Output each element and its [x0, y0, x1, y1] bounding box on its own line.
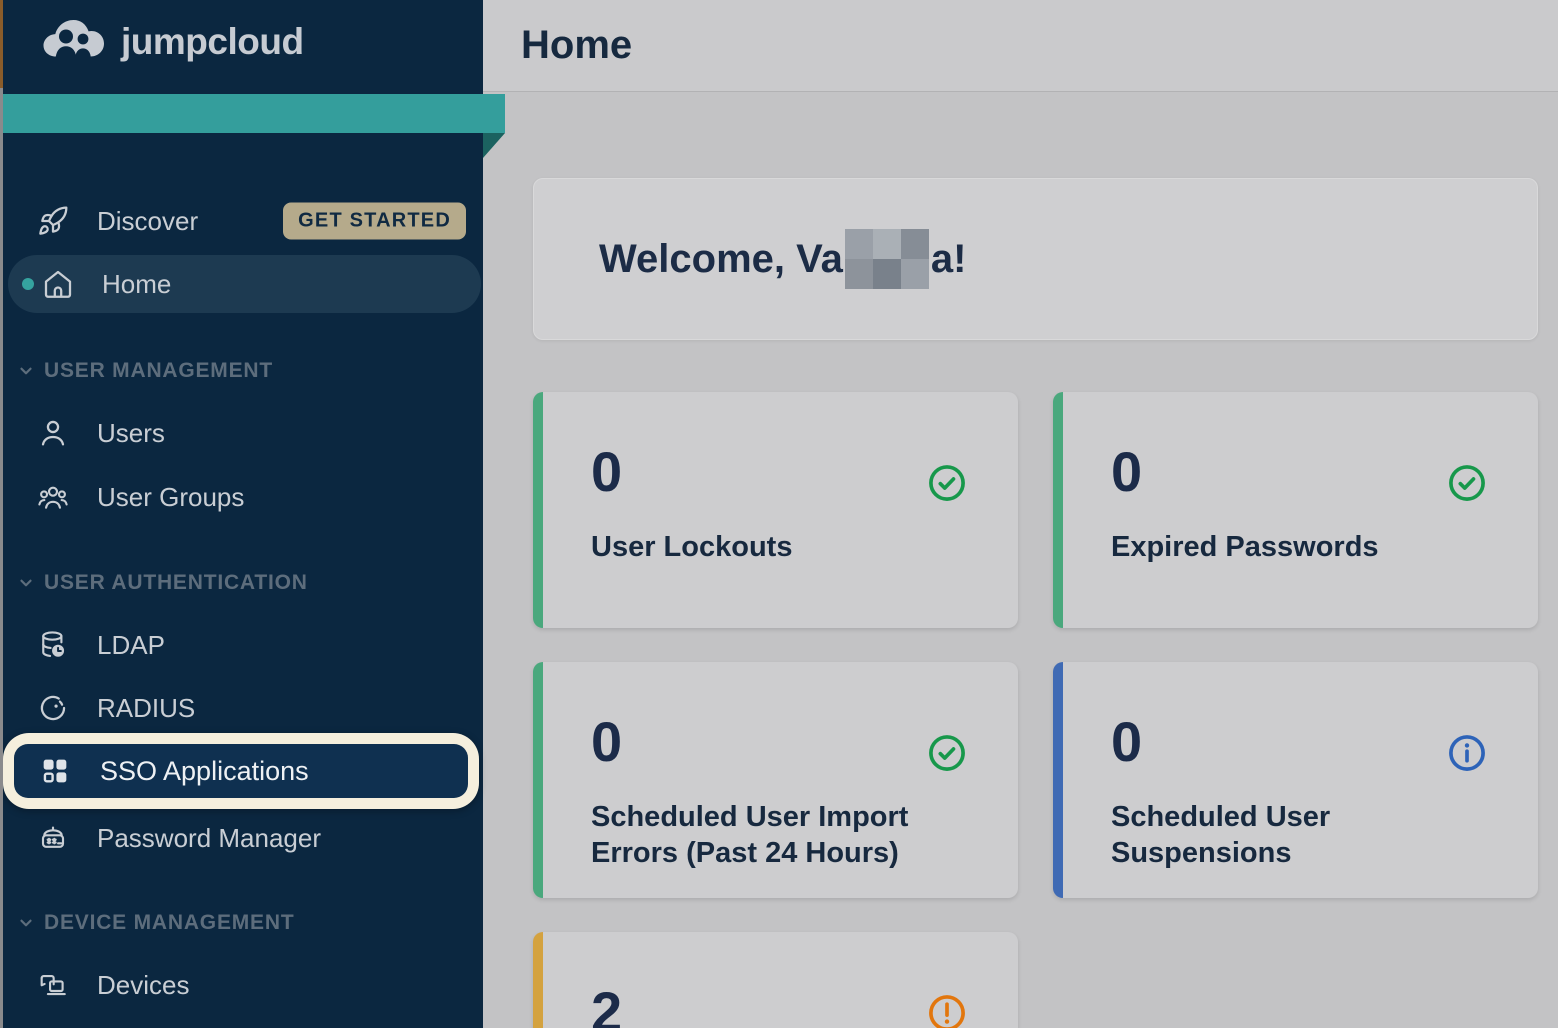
sidebar-item-label: Users — [97, 418, 165, 449]
window-edge-artifact-top — [0, 0, 3, 88]
stat-card-scheduled-user-suspensions[interactable]: 0 Scheduled User Suspensions — [1053, 662, 1538, 898]
ldap-database-icon — [36, 628, 70, 662]
stat-card-expired-passwords[interactable]: 0 Expired Passwords — [1053, 392, 1538, 628]
section-header-device-management[interactable]: DEVICE MANAGEMENT — [3, 909, 483, 937]
sidebar-item-label: User Groups — [97, 482, 244, 513]
sidebar-item-ldap[interactable]: LDAP — [3, 623, 483, 667]
section-header-user-management[interactable]: USER MANAGEMENT — [3, 357, 483, 385]
redacted-name-pixelation — [845, 229, 929, 289]
chevron-down-icon — [16, 913, 36, 933]
sidebar-item-password-manager[interactable]: Password Manager — [3, 816, 483, 860]
get-started-badge: GET STARTED — [283, 203, 466, 240]
stat-card-warning[interactable]: 2 — [533, 932, 1018, 1028]
sidebar-item-home[interactable]: Home — [8, 255, 481, 313]
stat-value: 0 — [1111, 444, 1142, 500]
rocket-icon — [36, 204, 70, 238]
sidebar-item-user-groups[interactable]: User Groups — [3, 475, 483, 519]
sidebar-item-label: Home — [102, 269, 171, 300]
sidebar-item-radius[interactable]: RADIUS — [3, 686, 483, 730]
stat-card-scheduled-user-import-errors[interactable]: 0 Scheduled User Import Errors (Past 24 … — [533, 662, 1018, 898]
password-vault-icon — [36, 821, 70, 855]
alert-circle-icon — [926, 992, 968, 1028]
sidebar-item-devices[interactable]: Devices — [3, 963, 483, 1007]
page-title: Home — [521, 23, 632, 68]
sidebar-item-label: Discover — [97, 206, 198, 237]
sidebar-item-label: LDAP — [97, 630, 165, 661]
stat-label: User Lockouts — [591, 530, 792, 566]
stat-label: Scheduled User Import Errors (Past 24 Ho… — [591, 800, 991, 872]
stat-label: Scheduled User Suspensions — [1111, 800, 1511, 872]
home-icon — [41, 267, 75, 301]
stat-value: 0 — [591, 714, 622, 770]
apps-grid-icon — [38, 754, 72, 788]
sidebar-item-users[interactable]: Users — [3, 411, 483, 455]
chevron-down-icon — [16, 361, 36, 381]
sidebar-item-label: SSO Applications — [100, 756, 309, 787]
check-circle-icon — [926, 732, 968, 774]
section-title: USER AUTHENTICATION — [44, 571, 308, 595]
page-header: Home — [483, 0, 1558, 92]
chevron-down-icon — [16, 573, 36, 593]
main-content: Welcome, Va a! 0 User Lockouts 0 Expired … — [483, 92, 1558, 1028]
section-title: DEVICE MANAGEMENT — [44, 911, 294, 935]
stat-card-user-lockouts[interactable]: 0 User Lockouts — [533, 392, 1018, 628]
window-edge-artifact — [0, 0, 3, 1028]
jumpcloud-cloud-icon — [33, 16, 113, 68]
stat-value: 0 — [1111, 714, 1142, 770]
user-icon — [36, 416, 70, 450]
devices-icon — [36, 968, 70, 1002]
section-header-user-authentication[interactable]: USER AUTHENTICATION — [3, 569, 483, 597]
jumpcloud-logo[interactable]: jumpcloud — [33, 16, 304, 68]
welcome-card: Welcome, Va a! — [533, 178, 1538, 340]
active-indicator-dot — [22, 278, 34, 290]
sidebar: jumpcloud Discover GET STARTED Home USE — [3, 0, 483, 1028]
sidebar-item-label: Password Manager — [97, 823, 321, 854]
welcome-prefix: Welcome, Va — [599, 237, 843, 282]
sidebar-item-label: Devices — [97, 970, 189, 1001]
stat-value: 0 — [591, 444, 622, 500]
section-title: USER MANAGEMENT — [44, 359, 273, 383]
check-circle-icon — [1446, 462, 1488, 504]
sidebar-item-sso-applications[interactable]: SSO Applications — [14, 744, 468, 798]
stat-label: Expired Passwords — [1111, 530, 1379, 566]
sidebar-accent-band — [3, 94, 505, 133]
sidebar-item-discover[interactable]: Discover GET STARTED — [3, 199, 483, 243]
jumpcloud-logo-text: jumpcloud — [121, 21, 304, 63]
welcome-suffix: a! — [931, 237, 967, 282]
welcome-message: Welcome, Va a! — [599, 229, 966, 289]
radius-dial-icon — [36, 691, 70, 725]
sso-highlight-ring: SSO Applications — [3, 733, 479, 809]
info-circle-icon — [1446, 732, 1488, 774]
sidebar-item-label: RADIUS — [97, 693, 195, 724]
status-cards-grid: 0 User Lockouts 0 Expired Passwords 0 Sc… — [533, 392, 1538, 1028]
stat-value: 2 — [591, 984, 622, 1028]
user-group-icon — [36, 480, 70, 514]
check-circle-icon — [926, 462, 968, 504]
